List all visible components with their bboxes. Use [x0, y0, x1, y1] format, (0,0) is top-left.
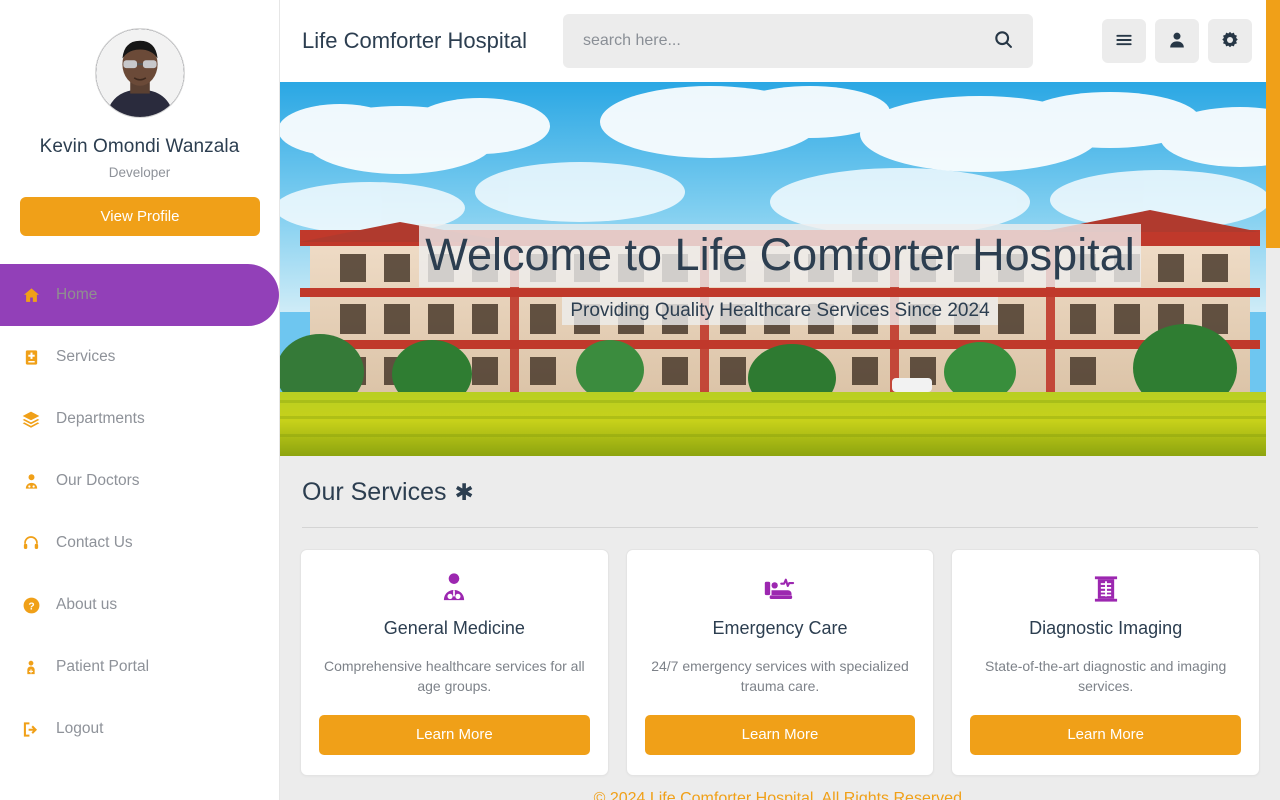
- sidebar-item-label: Departments: [56, 410, 145, 427]
- hero-subtitle: Providing Quality Healthcare Services Si…: [562, 296, 998, 325]
- section-title-row: Our Services ✱: [302, 478, 1258, 507]
- services-header: Our Services ✱: [280, 456, 1280, 528]
- main-content: Life Comforter Hospital search here... W…: [280, 0, 1280, 800]
- home-icon: [18, 284, 44, 306]
- search-button[interactable]: [985, 14, 1023, 68]
- page-title: Our Services: [302, 478, 447, 506]
- patient-icon: [18, 656, 44, 678]
- service-card[interactable]: General Medicine Comprehensive healthcar…: [300, 549, 609, 776]
- profile-name: Kevin Omondi Wanzala: [39, 136, 240, 157]
- app-root: Kevin Omondi Wanzala Developer View Prof…: [0, 0, 1280, 800]
- hero-text-block: Welcome to Life Comforter Hospital Provi…: [280, 224, 1280, 325]
- footer-copyright: © 2024 Life Comforter Hospital. All Righ…: [593, 789, 967, 800]
- asterisk-icon: ✱: [454, 479, 474, 505]
- learn-more-button[interactable]: Learn More: [970, 714, 1242, 755]
- sidebar-item-label: Our Doctors: [56, 472, 140, 489]
- sidebar-item-departments[interactable]: Departments: [0, 388, 279, 450]
- hamburger-icon: [1114, 30, 1134, 53]
- learn-more-button[interactable]: Learn More: [319, 714, 590, 755]
- hospital-bed-icon: [645, 572, 916, 606]
- service-cards: General Medicine Comprehensive healthcar…: [280, 528, 1280, 776]
- headset-icon: [18, 532, 44, 554]
- search-icon: [993, 29, 1014, 53]
- hero-title: Welcome to Life Comforter Hospital: [419, 224, 1141, 287]
- service-card-description: State-of-the-art diagnostic and imaging …: [985, 658, 1227, 695]
- logout-icon: [18, 718, 44, 740]
- service-card-description: Comprehensive healthcare services for al…: [323, 658, 585, 695]
- doctor-icon: [18, 470, 44, 492]
- services-section: Our Services ✱ General Medicine Comprehe…: [280, 456, 1280, 800]
- service-card-description: 24/7 emergency services with specialized…: [651, 658, 909, 695]
- account-button[interactable]: [1155, 19, 1199, 63]
- sidebar-item-label: Logout: [56, 720, 104, 737]
- svg-text:?: ?: [28, 601, 34, 612]
- sidebar-item-label: Services: [56, 348, 116, 365]
- sidebar: Kevin Omondi Wanzala Developer View Prof…: [0, 0, 280, 800]
- hero-banner: Welcome to Life Comforter Hospital Provi…: [280, 82, 1280, 456]
- scrollbar-track[interactable]: [1266, 0, 1280, 800]
- sidebar-item-logout[interactable]: Logout: [0, 698, 279, 760]
- learn-more-button[interactable]: Learn More: [644, 714, 916, 755]
- service-card[interactable]: Diagnostic Imaging State-of-the-art diag…: [951, 549, 1261, 776]
- question-circle-icon: ?: [18, 594, 44, 616]
- scrollbar-thumb[interactable]: [1266, 0, 1280, 248]
- search-input[interactable]: [562, 14, 1033, 68]
- sidebar-item-our-doctors[interactable]: Our Doctors: [0, 450, 279, 512]
- view-profile-button[interactable]: View Profile: [20, 197, 260, 236]
- medical-book-icon: [18, 346, 44, 368]
- top-header: Life Comforter Hospital: [280, 0, 1280, 82]
- doctor-stethoscope-icon: [319, 572, 590, 606]
- service-card-title: General Medicine: [383, 618, 525, 638]
- sidebar-nav: Home Services Departments Our Doctors Co…: [0, 264, 279, 760]
- user-icon: [1167, 30, 1187, 53]
- sidebar-item-patient-portal[interactable]: Patient Portal: [0, 636, 279, 698]
- sidebar-item-label: About us: [56, 596, 118, 613]
- profile-block: Kevin Omondi Wanzala Developer View Prof…: [0, 0, 279, 236]
- sidebar-item-label: Contact Us: [56, 534, 133, 551]
- gear-icon: [1220, 30, 1240, 53]
- avatar[interactable]: [94, 28, 185, 118]
- brand-title: Life Comforter Hospital: [302, 28, 527, 53]
- sidebar-item-about-us[interactable]: ? About us: [0, 574, 279, 636]
- layers-icon: [18, 408, 44, 430]
- sidebar-item-label: Patient Portal: [56, 658, 150, 675]
- sidebar-item-label: Home: [56, 286, 98, 303]
- profile-role: Developer: [108, 165, 171, 180]
- sidebar-item-home[interactable]: Home: [0, 264, 279, 326]
- menu-button[interactable]: [1102, 19, 1146, 63]
- header-buttons: [1102, 19, 1252, 63]
- settings-button[interactable]: [1208, 19, 1252, 63]
- sidebar-item-services[interactable]: Services: [0, 326, 279, 388]
- search-container: [562, 14, 1033, 68]
- sidebar-item-contact-us[interactable]: Contact Us: [0, 512, 279, 574]
- service-card-title: Emergency Care: [712, 618, 848, 638]
- service-card-title: Diagnostic Imaging: [1029, 618, 1183, 638]
- x-ray-icon: [970, 572, 1241, 606]
- service-card[interactable]: Emergency Care 24/7 emergency services w…: [625, 549, 935, 776]
